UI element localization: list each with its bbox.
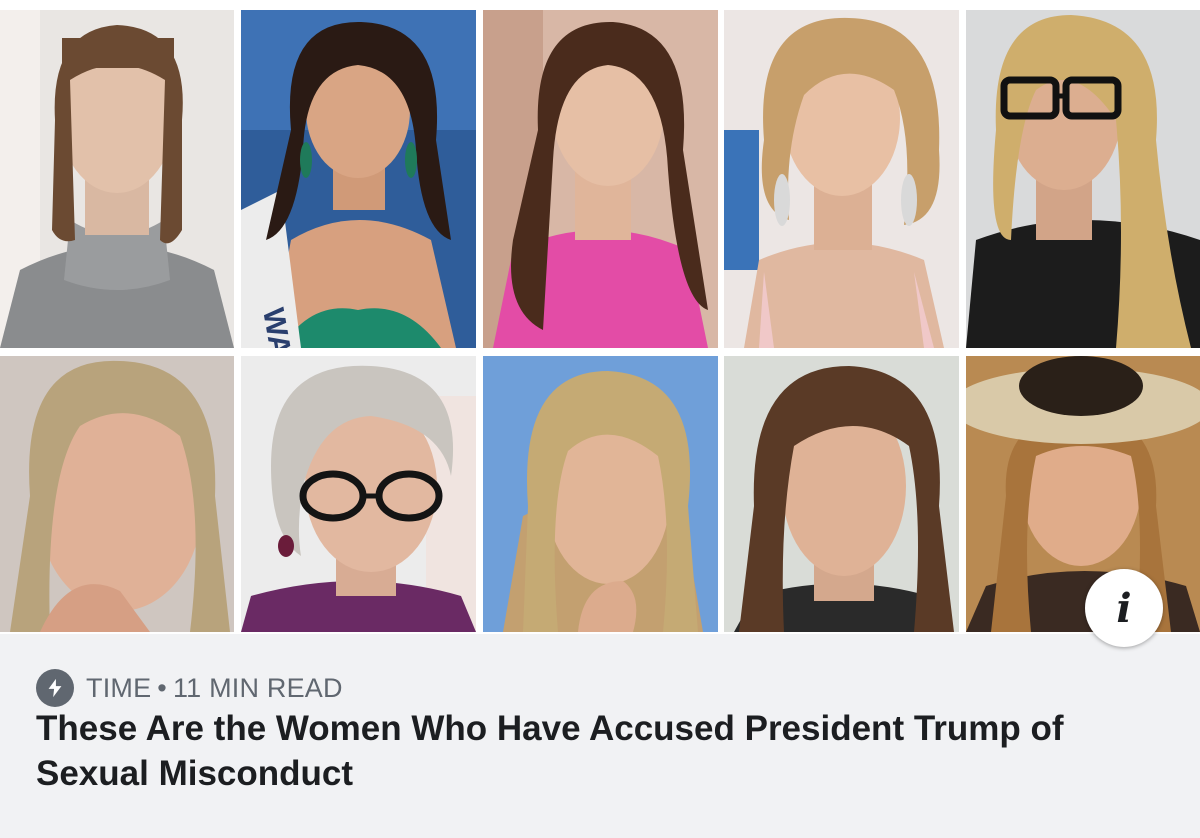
portrait-photo-6	[0, 356, 234, 632]
portrait-photo-8	[483, 356, 718, 632]
portrait-photo-10	[966, 356, 1200, 632]
portrait-photo-1	[0, 10, 234, 348]
meta-separator: •	[157, 672, 167, 703]
read-time: 11 MIN READ	[172, 672, 343, 703]
info-icon: i	[1116, 584, 1132, 632]
lightning-bolt-icon	[36, 669, 74, 707]
info-button[interactable]: i	[1085, 569, 1163, 647]
portrait-photo-2: WASHI	[241, 10, 476, 348]
portrait-photo-9	[724, 356, 959, 632]
article-headline[interactable]: These Are the Women Who Have Accused Pre…	[36, 706, 1146, 796]
publisher-name: TIME	[86, 672, 152, 703]
portrait-photo-3	[483, 10, 718, 348]
link-preview-card[interactable]: WASHI	[0, 0, 1200, 838]
portrait-photo-7	[241, 356, 476, 632]
source-meta: TIME • 11 MIN READ	[36, 668, 343, 708]
portrait-photo-4	[724, 10, 959, 348]
portrait-photo-5	[966, 10, 1200, 348]
photo-collage[interactable]: WASHI	[0, 0, 1200, 634]
